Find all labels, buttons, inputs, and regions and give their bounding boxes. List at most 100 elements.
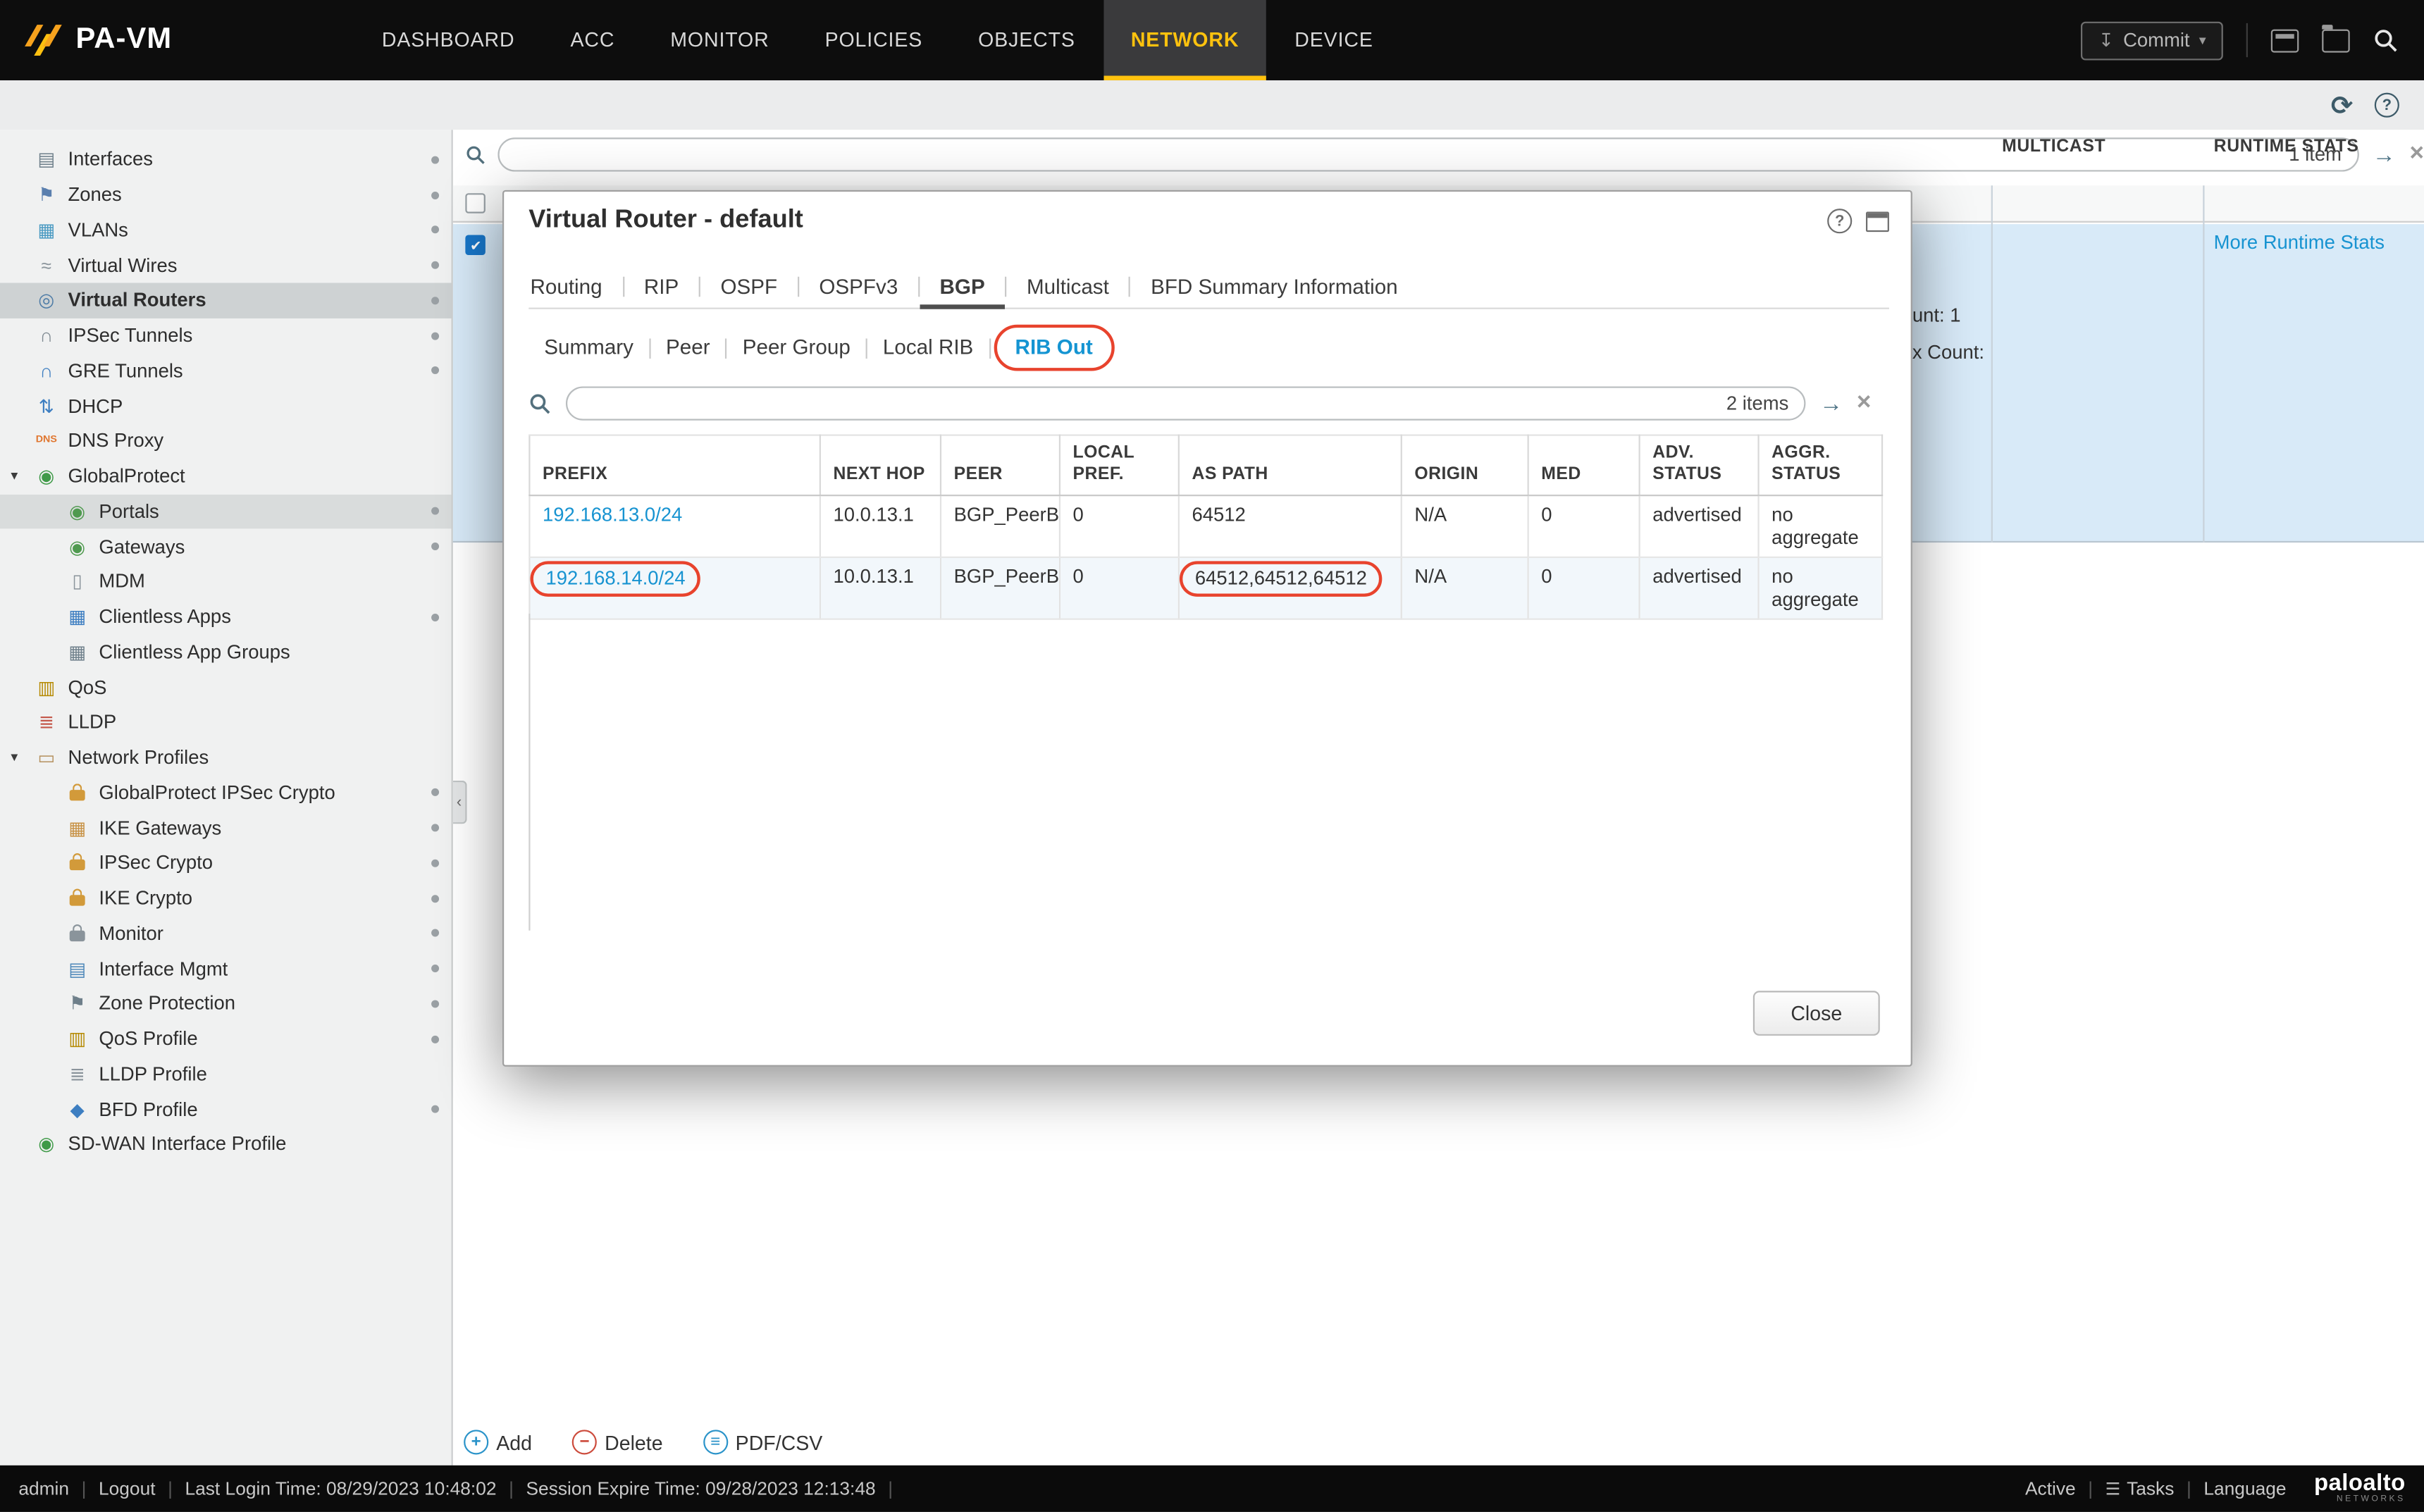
sidebar-item-ipsec-tunnels[interactable]: ∩IPSec Tunnels: [0, 318, 452, 353]
col-header-peer[interactable]: PEER: [941, 435, 1060, 496]
col-header-next-hop[interactable]: NEXT HOP: [820, 435, 941, 496]
clear-filter-icon[interactable]: ×: [1857, 391, 1871, 416]
config-load-icon[interactable]: [2322, 29, 2349, 52]
modal-tab-rip[interactable]: RIP: [624, 264, 698, 309]
footer-active: Active: [2025, 1477, 2076, 1499]
row-checkbox[interactable]: [465, 235, 486, 255]
nav-item-objects[interactable]: OBJECTS: [951, 0, 1103, 80]
sidebar-item-lldp-profile[interactable]: ≣LLDP Profile: [0, 1057, 452, 1092]
sidebar-collapse-handle[interactable]: ‹: [453, 781, 467, 824]
select-all-checkbox[interactable]: [465, 193, 486, 213]
config-save-icon[interactable]: [2271, 29, 2299, 52]
expand-window-icon[interactable]: [1866, 211, 1889, 231]
search-icon[interactable]: [2373, 27, 2399, 53]
cell-text: N/A: [1414, 566, 1447, 588]
sidebar-item-ipsec-crypto[interactable]: IPSec Crypto: [0, 845, 452, 881]
apply-filter-icon[interactable]: →: [2373, 143, 2396, 166]
sidebar-item-ike-crypto[interactable]: IKE Crypto: [0, 881, 452, 916]
sidebar-item-network-profiles[interactable]: ▾▭Network Profiles: [0, 740, 452, 775]
sidebar-item-gateways[interactable]: ◉Gateways: [0, 529, 452, 564]
sidebar-item-bfd-profile[interactable]: ◆BFD Profile: [0, 1091, 452, 1127]
col-header-origin[interactable]: ORIGIN: [1402, 435, 1528, 496]
sidebar-item-virtual-wires[interactable]: ≈Virtual Wires: [0, 248, 452, 283]
modal-subtab-local-rib[interactable]: Local RIB: [867, 328, 989, 368]
table-row[interactable]: 192.168.13.0/2410.0.13.1BGP_PeerB064512N…: [529, 496, 1882, 558]
sidebar-item-lldp[interactable]: ≣LLDP: [0, 705, 452, 740]
sidebar-item-label: Zone Protection: [99, 993, 235, 1015]
modal-tab-ospf[interactable]: OSPF: [700, 264, 798, 309]
sidebar-item-qos[interactable]: ▥QoS: [0, 669, 452, 705]
sidebar-item-clientless-app-groups[interactable]: ▦Clientless App Groups: [0, 635, 452, 670]
sidebar-item-globalprotect-ipsec-crypto[interactable]: GlobalProtect IPSec Crypto: [0, 775, 452, 810]
vendor-logo-text: paloalto: [2314, 1472, 2406, 1495]
prefix-link[interactable]: 192.168.13.0/24: [543, 504, 682, 526]
sidebar-item-mdm[interactable]: ▯MDM: [0, 564, 452, 600]
modal-tab-bfd-summary-information[interactable]: BFD Summary Information: [1131, 264, 1418, 309]
table-cell: N/A: [1402, 496, 1528, 558]
help-icon[interactable]: ?: [1827, 209, 1852, 233]
more-runtime-stats-link[interactable]: More Runtime Stats: [2214, 232, 2385, 254]
apply-filter-icon[interactable]: →: [1819, 392, 1843, 415]
modal-subtab-peer-group[interactable]: Peer Group: [727, 328, 866, 368]
sidebar-item-interfaces[interactable]: ▤Interfaces: [0, 142, 452, 178]
modal-subtab-summary[interactable]: Summary: [528, 328, 649, 368]
prefix-link[interactable]: 192.168.14.0/24: [545, 568, 685, 590]
expand-arrow-icon[interactable]: ▾: [11, 468, 18, 485]
col-header-aggr-status[interactable]: AGGR. STATUS: [1759, 435, 1883, 496]
nav-item-network[interactable]: NETWORK: [1103, 0, 1266, 80]
sidebar-item-qos-profile[interactable]: ▥QoS Profile: [0, 1022, 452, 1057]
nav-item-dashboard[interactable]: DASHBOARD: [354, 0, 543, 80]
help-icon[interactable]: ?: [2375, 93, 2399, 118]
cell-text: 0: [1541, 504, 1552, 526]
delete-button[interactable]: −Delete: [572, 1430, 663, 1454]
modal-subtab-rib-out[interactable]: RIB Out: [1012, 328, 1096, 368]
col-header-prefix[interactable]: PREFIX: [529, 435, 820, 496]
sidebar-item-portals[interactable]: ◉Portals: [0, 494, 452, 529]
lldp-profile-icon: ≣: [65, 1065, 89, 1083]
add-button[interactable]: +Add: [464, 1430, 532, 1454]
col-header-as-path[interactable]: AS PATH: [1179, 435, 1402, 496]
sidebar-item-virtual-routers[interactable]: ◎Virtual Routers: [0, 283, 452, 318]
sidebar-item-zone-protection[interactable]: ⚑Zone Protection: [0, 986, 452, 1022]
modal-tab-bgp[interactable]: BGP: [920, 264, 1005, 309]
sidebar-item-clientless-apps[interactable]: ▦Clientless Apps: [0, 600, 452, 635]
sidebar-item-vlans[interactable]: ▦VLANs: [0, 213, 452, 248]
pdf-csv-button[interactable]: ≡PDF/CSV: [703, 1430, 823, 1454]
footer-tasks[interactable]: ☰Tasks: [2105, 1477, 2175, 1499]
qos-icon: ▥: [34, 678, 58, 696]
col-header-multicast[interactable]: MULTICAST: [2002, 137, 2105, 156]
search-icon: [465, 143, 486, 166]
nav-item-device[interactable]: DEVICE: [1267, 0, 1401, 80]
sidebar-item-sd-wan-interface-profile[interactable]: ◉SD-WAN Interface Profile: [0, 1127, 452, 1162]
nav-item-acc[interactable]: ACC: [543, 0, 643, 80]
modal-tab-routing[interactable]: Routing: [528, 264, 622, 309]
nav-item-monitor[interactable]: MONITOR: [643, 0, 797, 80]
filter-input[interactable]: [567, 390, 1804, 417]
col-header-runtime-stats[interactable]: RUNTIME STATS: [2214, 137, 2359, 156]
modal-tab-multicast[interactable]: Multicast: [1006, 264, 1129, 309]
footer-logout[interactable]: Logout: [99, 1477, 156, 1499]
footer-language[interactable]: Language: [2203, 1477, 2286, 1499]
item-dot: [431, 1035, 439, 1043]
modal-tab-ospfv3[interactable]: OSPFv3: [799, 264, 918, 309]
col-header-local-pref[interactable]: LOCAL PREF.: [1060, 435, 1179, 496]
sidebar-item-dhcp[interactable]: ⇅DHCP: [0, 388, 452, 423]
modal-subtab-peer[interactable]: Peer: [650, 328, 725, 368]
sidebar-item-zones[interactable]: ⚑Zones: [0, 178, 452, 213]
close-button[interactable]: Close: [1753, 991, 1880, 1036]
expand-arrow-icon[interactable]: ▾: [11, 749, 18, 766]
sidebar-item-globalprotect[interactable]: ▾◉GlobalProtect: [0, 459, 452, 494]
table-row[interactable]: 192.168.14.0/2410.0.13.1BGP_PeerB064512,…: [529, 557, 1882, 619]
sidebar-item-monitor[interactable]: Monitor: [0, 916, 452, 951]
sidebar-item-dns-proxy[interactable]: DNSDNS Proxy: [0, 423, 452, 459]
mdm-icon: ▯: [65, 573, 89, 591]
commit-button[interactable]: ↧ Commit ▾: [2082, 21, 2223, 60]
sidebar-item-ike-gateways[interactable]: ▦IKE Gateways: [0, 810, 452, 845]
col-header-adv-status[interactable]: ADV. STATUS: [1640, 435, 1759, 496]
nav-item-policies[interactable]: POLICIES: [797, 0, 951, 80]
col-header-med[interactable]: MED: [1528, 435, 1640, 496]
sidebar-item-interface-mgmt[interactable]: ▤Interface Mgmt: [0, 951, 452, 986]
sidebar-item-gre-tunnels[interactable]: ∩GRE Tunnels: [0, 353, 452, 388]
clear-filter-icon[interactable]: ×: [2410, 142, 2424, 167]
refresh-icon[interactable]: ⟳: [2331, 92, 2353, 118]
